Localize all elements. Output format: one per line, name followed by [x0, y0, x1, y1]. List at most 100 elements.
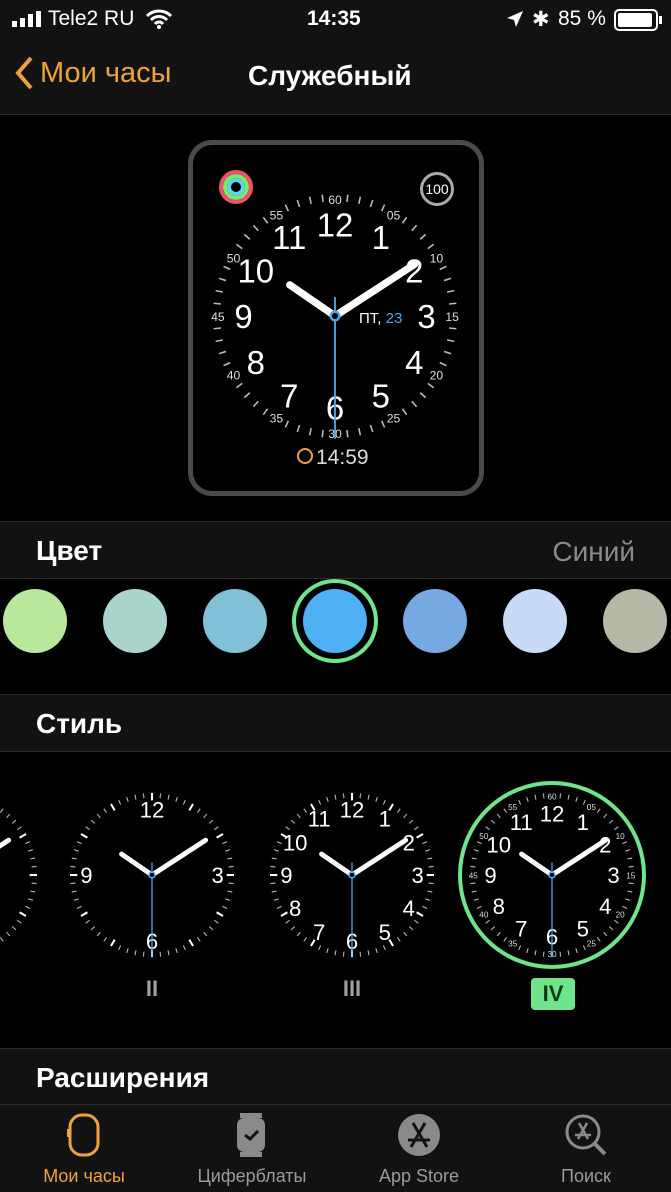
dial-tick: [213, 302, 222, 305]
navigation-bar: Мои часы Служебный: [0, 40, 671, 115]
dial-tick: [76, 841, 82, 845]
dial-tick: [0, 937, 4, 942]
tab-label: Мои часы: [43, 1166, 125, 1186]
dial-tick: [427, 890, 433, 893]
dial-tick: [411, 224, 418, 232]
dial-tick: [443, 277, 452, 282]
hour-hand: [319, 851, 355, 878]
tab-faces[interactable]: Циферблаты: [177, 1113, 327, 1187]
dial-tick: [214, 919, 219, 924]
extensions-section-header: Расширения: [0, 1048, 671, 1106]
timer-icon: [297, 448, 313, 464]
color-swatch[interactable]: [503, 589, 567, 653]
dial-tick: [428, 865, 434, 868]
dial-tick: [375, 796, 378, 802]
dial-tick: [308, 428, 312, 436]
dial-tick: [243, 392, 251, 399]
dial-tick: [271, 890, 277, 893]
hour-numeral: 7: [280, 377, 298, 414]
dial-tick: [567, 794, 570, 800]
dial-tick: [303, 937, 308, 942]
dial-tick: [214, 826, 219, 831]
dial-tick: [17, 826, 22, 831]
tab-my-watch[interactable]: Мои часы: [9, 1113, 159, 1187]
dial-tick: [575, 796, 578, 802]
hour-numeral: 12: [140, 798, 165, 823]
hour-numeral: 9: [484, 863, 496, 888]
tab-label: Циферблаты: [197, 1166, 307, 1186]
dial-tick: [175, 948, 178, 954]
dial-tick: [471, 857, 477, 860]
tab-search[interactable]: Поиск: [511, 1113, 661, 1187]
minute-label: 20: [616, 911, 626, 920]
tab-bar: Мои часы Циферблаты App Store Поиск: [0, 1104, 671, 1192]
dial-tick: [346, 194, 349, 203]
dial-tick: [273, 849, 279, 852]
style-label-iii[interactable]: III: [322, 976, 382, 1002]
date-complication: ПТ, 23: [359, 310, 402, 327]
color-swatch[interactable]: [203, 589, 267, 653]
minute-label: 40: [479, 911, 489, 920]
hour-numeral: 11: [308, 806, 331, 831]
color-label: Цвет: [36, 535, 103, 566]
dial-tick: [375, 948, 378, 954]
dial-tick: [276, 905, 282, 909]
style-option-iv[interactable]: 600510152025303540455055123456789101112: [457, 780, 647, 970]
dial-tick: [419, 392, 427, 399]
color-swatch[interactable]: [403, 589, 467, 653]
dial-tick: [369, 199, 374, 208]
color-swatch[interactable]: [603, 589, 667, 653]
dial-tick: [408, 819, 414, 824]
selected-color-ring: [292, 579, 378, 663]
dial-tick: [358, 196, 362, 204]
dial-tick: [559, 951, 562, 957]
dial-tick: [614, 919, 619, 924]
dial-tick: [167, 794, 170, 800]
dial-tick: [30, 890, 36, 893]
dial-tick: [380, 204, 386, 212]
style-label-iv[interactable]: IV: [531, 978, 575, 1010]
hour-numeral: 9: [280, 863, 292, 888]
minute-hand: [349, 837, 409, 878]
minute-label: 60: [547, 793, 557, 802]
hour-hand: [519, 851, 555, 878]
back-button[interactable]: Мои часы: [14, 56, 171, 90]
dial-tick: [526, 796, 529, 802]
minute-label: 20: [430, 368, 444, 382]
dial-tick: [296, 199, 301, 208]
dial-tick: [625, 849, 631, 852]
date-number: 23: [385, 310, 403, 327]
dial-tick: [284, 420, 290, 428]
dial-tick: [80, 833, 88, 839]
dial-tick: [439, 361, 447, 367]
dial-tick: [470, 865, 476, 868]
dial-tick: [416, 833, 424, 839]
timer-value: 14:59: [316, 446, 369, 469]
dial-tick: [85, 826, 90, 831]
dial-tick: [471, 890, 477, 893]
style-option-iii[interactable]: 1234567891011 12: [257, 780, 447, 970]
minute-hand: [549, 837, 609, 878]
bluetooth-icon: ✱: [532, 8, 550, 31]
dial-tick: [448, 302, 457, 305]
page-title: Служебный: [248, 60, 412, 91]
dial-tick: [425, 898, 431, 901]
hour-numeral: 11: [272, 219, 306, 256]
dial-tick: [627, 890, 633, 893]
color-swatch[interactable]: [103, 589, 167, 653]
color-swatch[interactable]: [3, 589, 67, 653]
dial-tick: [359, 951, 362, 957]
dial-tick: [235, 243, 243, 250]
dial-tick: [321, 429, 324, 438]
dial-tick: [369, 424, 374, 433]
dial-tick: [182, 799, 186, 805]
hour-numeral: 10: [237, 252, 274, 289]
dial-tick: [567, 950, 570, 956]
style-option-i[interactable]: [0, 780, 50, 970]
dial-tick: [290, 819, 296, 824]
style-option-ii[interactable]: 36912: [57, 780, 247, 970]
style-label-ii[interactable]: II: [122, 976, 182, 1002]
dial-tick: [490, 819, 496, 824]
dial-tick: [218, 350, 227, 355]
tab-app-store[interactable]: App Store: [344, 1113, 494, 1187]
